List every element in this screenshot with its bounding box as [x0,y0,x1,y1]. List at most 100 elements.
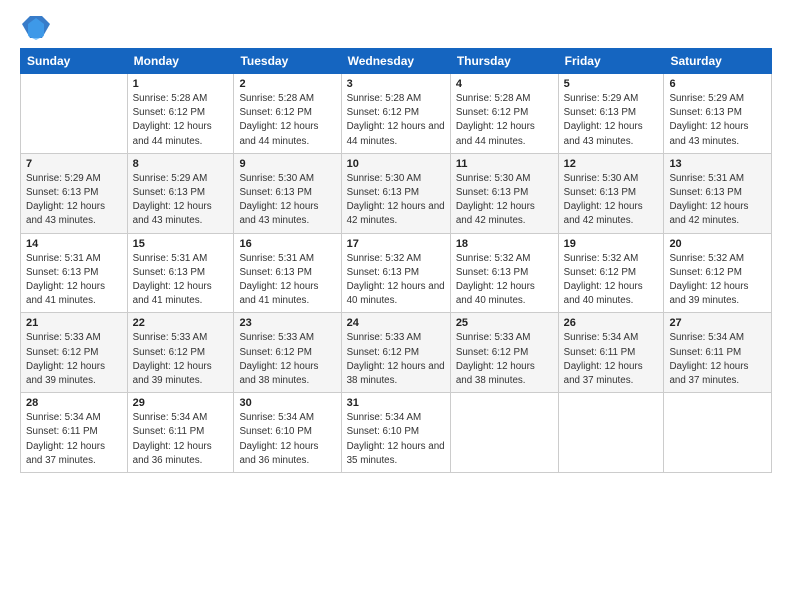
calendar-cell: 4 Sunrise: 5:28 AMSunset: 6:12 PMDaylight… [450,74,558,154]
day-number: 20 [669,238,766,250]
day-info: Sunrise: 5:34 AMSunset: 6:11 PMDaylight:… [669,331,766,388]
day-number: 22 [133,317,229,329]
header [20,18,772,42]
week-row-5: 28 Sunrise: 5:34 AMSunset: 6:11 PMDayligh… [21,393,772,473]
day-number: 21 [26,317,122,329]
day-info: Sunrise: 5:30 AMSunset: 6:13 PMDaylight:… [239,172,335,229]
day-number: 31 [347,397,445,409]
calendar-cell: 24 Sunrise: 5:33 AMSunset: 6:12 PMDayligh… [341,313,450,393]
calendar-cell: 15Sunrise: 5:31 AMSunset: 6:13 PMDayligh… [127,233,234,313]
day-number: 19 [564,238,659,250]
calendar-cell: 10 Sunrise: 5:30 AMSunset: 6:13 PMDayligh… [341,153,450,233]
day-info: Sunrise: 5:29 AMSunset: 6:13 PMDaylight:… [564,92,659,149]
day-number: 8 [133,158,229,170]
day-number: 2 [239,78,335,90]
calendar-cell: 16 Sunrise: 5:31 AMSunset: 6:13 PMDayligh… [234,233,341,313]
calendar-cell: 5 Sunrise: 5:29 AMSunset: 6:13 PMDaylight… [558,74,664,154]
calendar-cell: 26 Sunrise: 5:34 AMSunset: 6:11 PMDayligh… [558,313,664,393]
calendar-cell: 18 Sunrise: 5:32 AMSunset: 6:13 PMDayligh… [450,233,558,313]
logo-icon [22,14,50,42]
calendar-cell: 28Sunrise: 5:34 AMSunset: 6:11 PMDayligh… [21,393,128,473]
calendar-cell: 25 Sunrise: 5:33 AMSunset: 6:12 PMDayligh… [450,313,558,393]
day-number: 30 [239,397,335,409]
week-row-2: 7 Sunrise: 5:29 AMSunset: 6:13 PMDaylight… [21,153,772,233]
weekday-saturday: Saturday [664,49,772,74]
day-info: Sunrise: 5:31 AMSunset: 6:13 PMDaylight:… [669,172,766,229]
calendar-cell: 6Sunrise: 5:29 AMSunset: 6:13 PMDaylight… [664,74,772,154]
day-info: Sunrise: 5:31 AMSunset: 6:13 PMDaylight:… [239,252,335,309]
calendar-cell: 17Sunrise: 5:32 AMSunset: 6:13 PMDayligh… [341,233,450,313]
week-row-1: 1 Sunrise: 5:28 AMSunset: 6:12 PMDaylight… [21,74,772,154]
day-info: Sunrise: 5:33 AMSunset: 6:12 PMDaylight:… [26,331,122,388]
weekday-thursday: Thursday [450,49,558,74]
day-number: 25 [456,317,553,329]
calendar-cell [664,393,772,473]
weekday-friday: Friday [558,49,664,74]
day-info: Sunrise: 5:34 AMSunset: 6:11 PMDaylight:… [133,411,229,468]
calendar-table: SundayMondayTuesdayWednesdayThursdayFrid… [20,48,772,473]
calendar-cell: 2 Sunrise: 5:28 AMSunset: 6:12 PMDaylight… [234,74,341,154]
calendar-cell: 27Sunrise: 5:34 AMSunset: 6:11 PMDayligh… [664,313,772,393]
day-info: Sunrise: 5:30 AMSunset: 6:13 PMDaylight:… [456,172,553,229]
day-number: 18 [456,238,553,250]
logo [20,18,50,42]
calendar-cell: 13Sunrise: 5:31 AMSunset: 6:13 PMDayligh… [664,153,772,233]
day-number: 6 [669,78,766,90]
weekday-sunday: Sunday [21,49,128,74]
day-number: 24 [347,317,445,329]
day-number: 16 [239,238,335,250]
day-number: 3 [347,78,445,90]
calendar-cell: 11 Sunrise: 5:30 AMSunset: 6:13 PMDayligh… [450,153,558,233]
calendar-cell [558,393,664,473]
calendar-cell: 7Sunrise: 5:29 AMSunset: 6:13 PMDaylight… [21,153,128,233]
calendar-cell: 14Sunrise: 5:31 AMSunset: 6:13 PMDayligh… [21,233,128,313]
calendar-cell: 8 Sunrise: 5:29 AMSunset: 6:13 PMDaylight… [127,153,234,233]
day-number: 5 [564,78,659,90]
day-info: Sunrise: 5:34 AMSunset: 6:11 PMDaylight:… [564,331,659,388]
day-info: Sunrise: 5:32 AMSunset: 6:13 PMDaylight:… [456,252,553,309]
day-number: 9 [239,158,335,170]
day-number: 12 [564,158,659,170]
weekday-header-row: SundayMondayTuesdayWednesdayThursdayFrid… [21,49,772,74]
calendar-cell: 22 Sunrise: 5:33 AMSunset: 6:12 PMDayligh… [127,313,234,393]
day-info: Sunrise: 5:29 AMSunset: 6:13 PMDaylight:… [133,172,229,229]
weekday-tuesday: Tuesday [234,49,341,74]
calendar-page: SundayMondayTuesdayWednesdayThursdayFrid… [0,0,792,612]
day-info: Sunrise: 5:30 AMSunset: 6:13 PMDaylight:… [347,172,445,229]
calendar-cell: 12 Sunrise: 5:30 AMSunset: 6:13 PMDayligh… [558,153,664,233]
calendar-cell: 3 Sunrise: 5:28 AMSunset: 6:12 PMDaylight… [341,74,450,154]
day-number: 28 [26,397,122,409]
day-info: Sunrise: 5:34 AMSunset: 6:10 PMDaylight:… [239,411,335,468]
calendar-cell: 31 Sunrise: 5:34 AMSunset: 6:10 PMDayligh… [341,393,450,473]
week-row-4: 21 Sunrise: 5:33 AMSunset: 6:12 PMDayligh… [21,313,772,393]
calendar-cell [450,393,558,473]
day-info: Sunrise: 5:30 AMSunset: 6:13 PMDaylight:… [564,172,659,229]
day-number: 11 [456,158,553,170]
calendar-cell [21,74,128,154]
calendar-cell: 19 Sunrise: 5:32 AMSunset: 6:12 PMDayligh… [558,233,664,313]
day-info: Sunrise: 5:32 AMSunset: 6:12 PMDaylight:… [669,252,766,309]
calendar-cell: 1 Sunrise: 5:28 AMSunset: 6:12 PMDaylight… [127,74,234,154]
day-info: Sunrise: 5:33 AMSunset: 6:12 PMDaylight:… [133,331,229,388]
day-info: Sunrise: 5:28 AMSunset: 6:12 PMDaylight:… [456,92,553,149]
day-number: 26 [564,317,659,329]
day-number: 10 [347,158,445,170]
day-info: Sunrise: 5:32 AMSunset: 6:12 PMDaylight:… [564,252,659,309]
day-number: 23 [239,317,335,329]
calendar-cell: 29 Sunrise: 5:34 AMSunset: 6:11 PMDayligh… [127,393,234,473]
day-info: Sunrise: 5:28 AMSunset: 6:12 PMDaylight:… [239,92,335,149]
weekday-wednesday: Wednesday [341,49,450,74]
day-number: 1 [133,78,229,90]
day-info: Sunrise: 5:33 AMSunset: 6:12 PMDaylight:… [347,331,445,388]
day-number: 29 [133,397,229,409]
day-info: Sunrise: 5:34 AMSunset: 6:10 PMDaylight:… [347,411,445,468]
day-number: 7 [26,158,122,170]
weekday-monday: Monday [127,49,234,74]
day-info: Sunrise: 5:28 AMSunset: 6:12 PMDaylight:… [133,92,229,149]
day-number: 4 [456,78,553,90]
day-info: Sunrise: 5:33 AMSunset: 6:12 PMDaylight:… [456,331,553,388]
day-number: 17 [347,238,445,250]
day-info: Sunrise: 5:28 AMSunset: 6:12 PMDaylight:… [347,92,445,149]
calendar-cell: 23Sunrise: 5:33 AMSunset: 6:12 PMDayligh… [234,313,341,393]
calendar-cell: 21 Sunrise: 5:33 AMSunset: 6:12 PMDayligh… [21,313,128,393]
